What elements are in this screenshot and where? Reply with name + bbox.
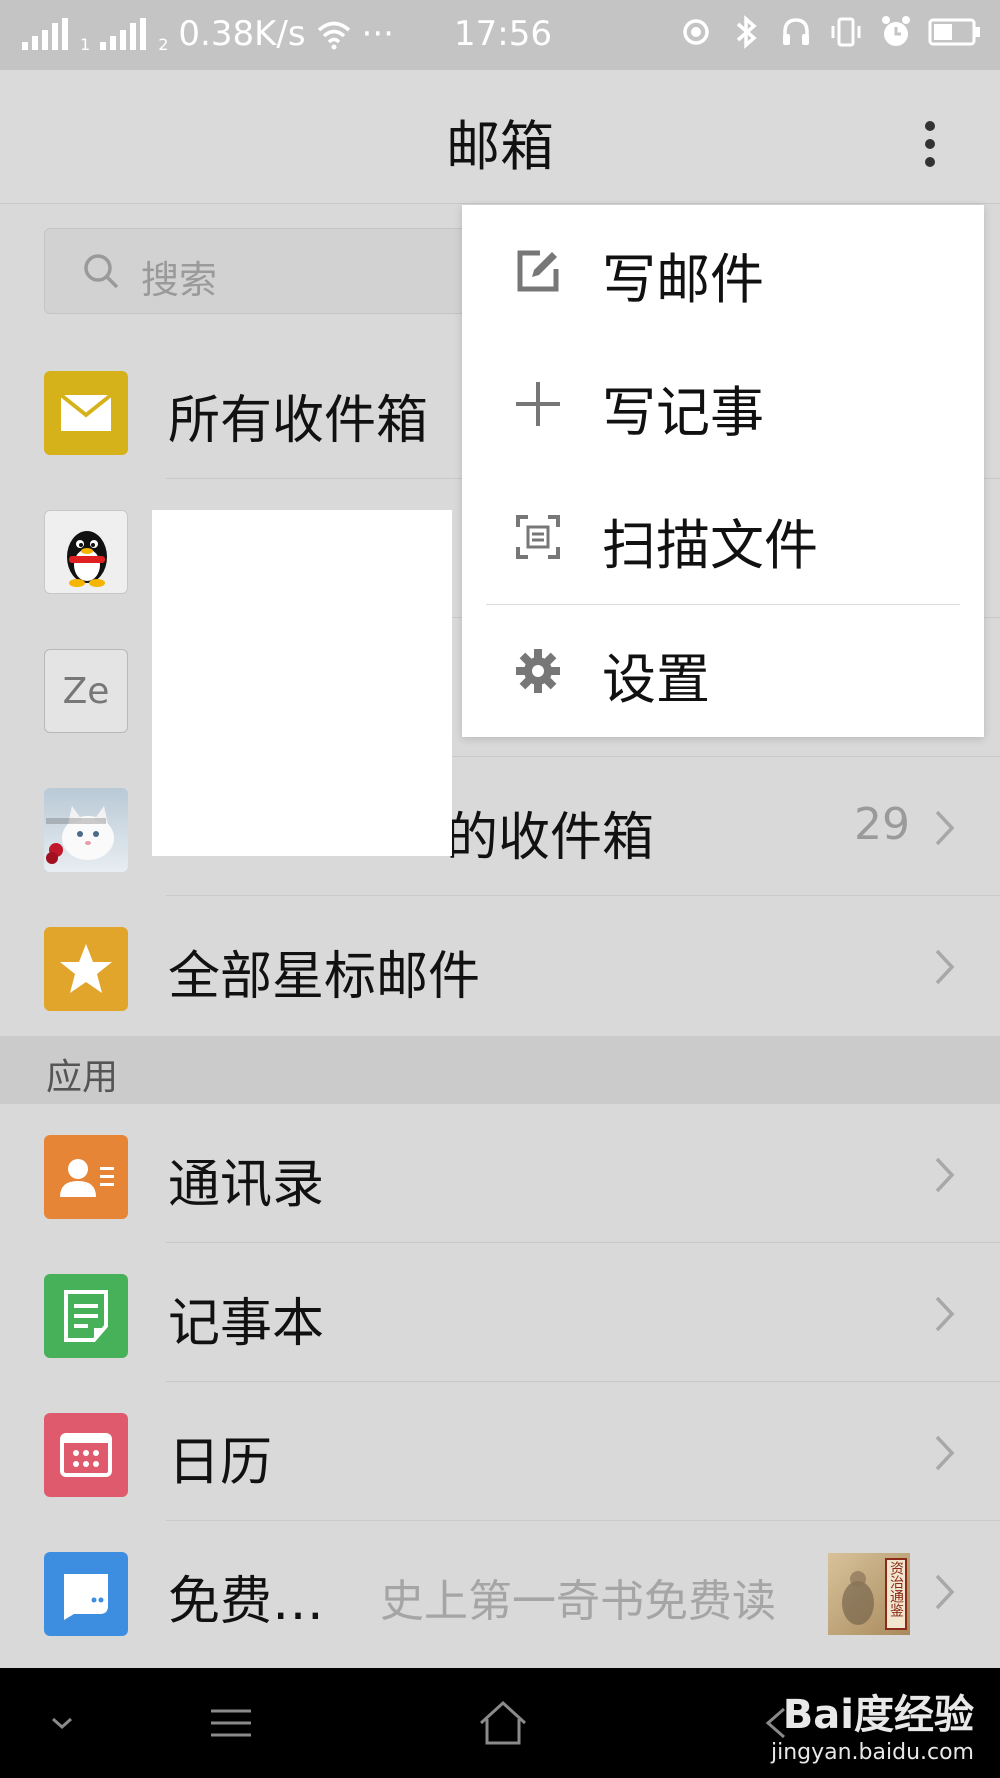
chevron-right-icon: [935, 1574, 955, 1610]
mailbox-row-personal-inbox[interactable]: 的收件箱 29: [0, 757, 1000, 896]
book-title: 资治通鉴: [888, 1561, 904, 1617]
app-label: 日历: [168, 1433, 273, 1493]
overflow-menu: 写邮件 写记事 扫描文件 设置: [462, 205, 984, 737]
chevron-right-icon: [935, 810, 955, 846]
menu-nav-button[interactable]: [196, 1668, 266, 1778]
watermark: Bai度经验 jingyan.baidu.com: [771, 1682, 974, 1765]
redaction-block: [152, 510, 452, 856]
menu-item-label: 写邮件: [602, 248, 764, 311]
chevron-right-icon: [935, 1296, 955, 1332]
ze-avatar: Ze: [44, 649, 128, 733]
menu-item-scan-document[interactable]: 扫描文件: [462, 471, 984, 604]
signal-icon: [100, 18, 147, 50]
qq-penguin-avatar: [44, 510, 128, 594]
home-nav-button[interactable]: [466, 1668, 540, 1778]
app-header: 邮箱: [0, 70, 1000, 204]
search-placeholder: 搜索: [141, 258, 218, 302]
app-row-free-reading[interactable]: 免费… 史上第一奇书免费读 资治通鉴: [0, 1521, 1000, 1660]
notepad-icon: [44, 1274, 128, 1358]
more-notifications: ···: [361, 14, 394, 54]
signal-icon: [22, 18, 68, 50]
section-title: 应用: [46, 1057, 119, 1098]
calendar-icon: [44, 1413, 128, 1497]
menu-item-settings[interactable]: 设置: [462, 605, 984, 738]
page-title: 邮箱: [446, 115, 554, 178]
menu-item-label: 设置: [602, 648, 710, 711]
headset-icon: [783, 18, 809, 45]
scan-icon: [516, 515, 560, 559]
gps-icon: [683, 19, 709, 45]
book-thumbnail: 资治通鉴: [828, 1553, 910, 1635]
sim1-label: 1: [80, 35, 91, 54]
bluetooth-icon: [736, 15, 757, 49]
more-dot: [925, 139, 935, 149]
contacts-icon: [44, 1135, 128, 1219]
plus-icon: [516, 382, 560, 426]
app-label: 通讯录: [168, 1155, 325, 1215]
menu-icon: [211, 1709, 251, 1737]
more-dot: [925, 157, 935, 167]
app-label: 记事本: [168, 1294, 325, 1354]
more-menu-button[interactable]: [900, 114, 960, 174]
menu-item-label: 写记事: [602, 381, 764, 444]
promo-text: 史上第一奇书免费读: [380, 1576, 776, 1627]
alarm-icon: [882, 16, 910, 46]
chevron-right-icon: [935, 949, 955, 985]
chevron-right-icon: [935, 1157, 955, 1193]
mailbox-label: 所有收件箱: [168, 391, 429, 451]
status-bar: 1 2 0.38K/s ··· 17:56: [0, 0, 1000, 70]
watermark-url: jingyan.baidu.com: [770, 1740, 974, 1765]
app-row-calendar[interactable]: 日历: [0, 1382, 1000, 1521]
mailbox-label: 的收件箱: [446, 808, 655, 868]
chevron-right-icon: [935, 1435, 955, 1471]
star-icon: [44, 927, 128, 1011]
sim2-label: 2: [158, 35, 169, 54]
chevron-down-icon: [52, 1717, 72, 1730]
menu-item-label: 扫描文件: [602, 514, 818, 577]
app-row-notepad[interactable]: 记事本: [0, 1243, 1000, 1382]
menu-item-compose[interactable]: 写邮件: [462, 205, 984, 338]
clock: 17:56: [454, 14, 552, 54]
section-header-apps: 应用: [0, 1036, 1000, 1104]
wifi-icon: [317, 21, 350, 50]
system-navigation-bar: Bai度经验 jingyan.baidu.com: [0, 1668, 1000, 1778]
reading-icon: [44, 1552, 128, 1636]
mail-icon: [44, 371, 128, 455]
app-row-contacts[interactable]: 通讯录: [0, 1104, 1000, 1243]
gear-icon: [516, 649, 560, 693]
unread-count: 29: [854, 799, 910, 850]
network-speed: 0.38K/s: [178, 14, 306, 54]
more-vertical-icon: [925, 121, 935, 131]
mailbox-row-starred[interactable]: 全部星标邮件: [0, 896, 1000, 1035]
kitten-avatar: [44, 788, 128, 872]
compose-icon: [517, 250, 559, 292]
menu-item-new-note[interactable]: 写记事: [462, 338, 984, 471]
watermark-logo: Bai度经验: [782, 1692, 974, 1738]
search-icon: [84, 254, 119, 289]
battery-icon: [928, 18, 980, 46]
mailbox-label: 全部星标邮件: [168, 947, 481, 1007]
app-label: 免费…: [168, 1572, 325, 1632]
home-icon: [479, 1700, 527, 1745]
hide-nav-button[interactable]: [30, 1668, 94, 1778]
vibrate-icon: [831, 17, 861, 47]
